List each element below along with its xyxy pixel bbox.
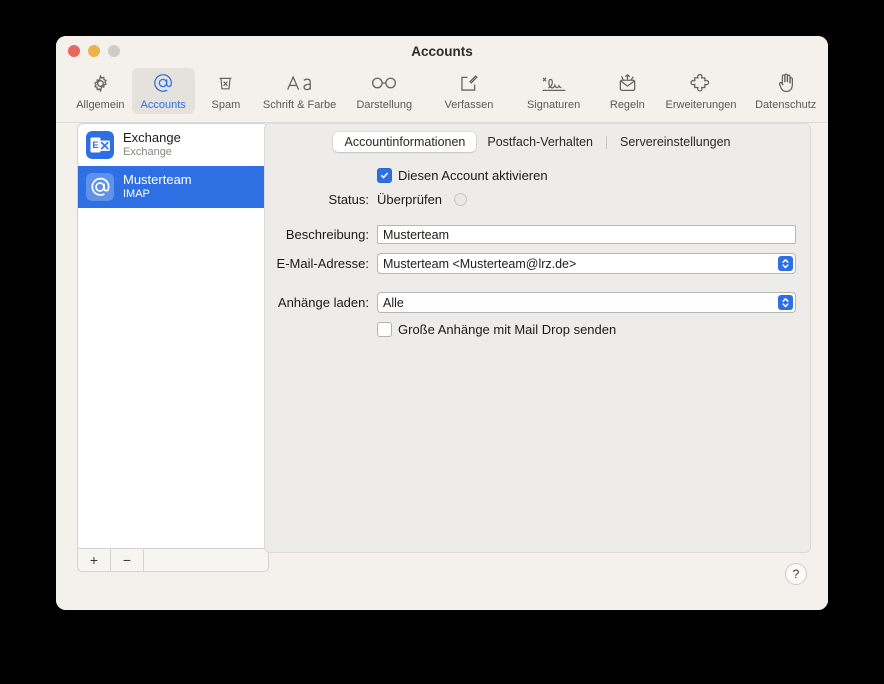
description-input[interactable]: Musterteam: [377, 225, 796, 244]
enable-account-label: Diesen Account aktivieren: [398, 168, 548, 183]
toolbar-item-darstellung[interactable]: Darstellung: [342, 68, 427, 114]
chevron-updown-icon: [778, 295, 793, 310]
preferences-body: E Exchange Exchange: [56, 123, 828, 610]
account-name: Exchange: [123, 131, 181, 146]
font-aa-icon: [285, 70, 315, 96]
description-field-wrap: Musterteam: [377, 225, 796, 244]
tab-strip: Accountinformationen Postfach-Verhalten …: [333, 132, 741, 152]
attachments-value: Alle: [383, 296, 404, 310]
account-row-exchange[interactable]: E Exchange Exchange: [78, 124, 268, 166]
status-value: Überprüfen: [377, 192, 442, 207]
compose-pencil-icon: [458, 70, 479, 96]
add-account-button[interactable]: +: [78, 549, 111, 571]
exchange-icon: E: [86, 131, 114, 159]
mail-drop-checkbox[interactable]: [377, 322, 392, 337]
remove-account-button[interactable]: −: [111, 549, 144, 571]
status-row: Status: Überprüfen: [265, 192, 796, 207]
status-field: Überprüfen: [377, 192, 796, 207]
toolbar-item-label: Datenschutz: [755, 99, 816, 111]
enable-account-row: Diesen Account aktivieren: [265, 168, 796, 183]
attachments-field-wrap: Alle: [377, 292, 796, 313]
status-spinner-icon: [454, 193, 467, 206]
email-field-wrap: Musterteam <Musterteam@lrz.de>: [377, 253, 796, 274]
attachments-row: Anhänge laden: Alle: [265, 292, 796, 313]
signature-icon: [540, 70, 568, 96]
toolbar-item-spam[interactable]: Spam: [195, 68, 258, 114]
tab-separator: [606, 136, 607, 149]
account-text: Musterteam IMAP: [123, 173, 192, 201]
preferences-toolbar: Allgemein Accounts Spam: [56, 68, 828, 123]
at-sign-icon: [86, 173, 114, 201]
toolbar-item-label: Spam: [212, 99, 241, 111]
form-spacer: [265, 216, 796, 225]
toolbar-item-erweiterungen[interactable]: Erweiterungen: [659, 68, 744, 114]
status-label: Status:: [265, 192, 377, 207]
account-text: Exchange Exchange: [123, 131, 181, 159]
gear-icon: [90, 70, 111, 96]
puzzle-piece-icon: [689, 70, 713, 96]
toolbar-item-verfassen[interactable]: Verfassen: [427, 68, 512, 114]
tab-accountinformationen[interactable]: Accountinformationen: [333, 132, 476, 152]
accounts-sidebar: E Exchange Exchange: [77, 123, 269, 551]
tab-postfach-verhalten[interactable]: Postfach-Verhalten: [476, 132, 604, 152]
account-name: Musterteam: [123, 173, 192, 188]
description-row: Beschreibung: Musterteam: [265, 225, 796, 244]
accounts-list: E Exchange Exchange: [78, 124, 268, 208]
glasses-icon: [369, 70, 399, 96]
tab-bar: Accountinformationen Postfach-Verhalten …: [265, 132, 810, 152]
at-sign-icon: [152, 70, 174, 96]
toolbar-item-label: Erweiterungen: [666, 99, 737, 111]
toolbar-item-label: Darstellung: [356, 99, 412, 111]
account-row-musterteam[interactable]: Musterteam IMAP: [78, 166, 268, 208]
chevron-updown-icon: [778, 256, 793, 271]
toolbar-item-label: Allgemein: [76, 99, 124, 111]
tab-servereinstellungen[interactable]: Servereinstellungen: [609, 132, 742, 152]
help-button[interactable]: ?: [785, 563, 807, 585]
sidebar-footer-filler: [144, 549, 268, 571]
email-popup-button[interactable]: Musterteam <Musterteam@lrz.de>: [377, 253, 796, 274]
window-title: Accounts: [56, 36, 828, 68]
description-label: Beschreibung:: [265, 227, 377, 242]
attachments-popup-button[interactable]: Alle: [377, 292, 796, 313]
attachments-label: Anhänge laden:: [265, 295, 377, 310]
toolbar-item-regeln[interactable]: Regeln: [596, 68, 659, 114]
accounts-sidebar-footer: + −: [77, 548, 269, 572]
toolbar-item-schrift-farbe[interactable]: Schrift & Farbe: [257, 68, 342, 114]
toolbar-item-signaturen[interactable]: Signaturen: [511, 68, 596, 114]
toolbar-item-accounts[interactable]: Accounts: [132, 68, 195, 114]
toolbar-item-datenschutz[interactable]: Datenschutz: [743, 68, 828, 114]
trash-x-icon: [216, 70, 235, 96]
email-value: Musterteam <Musterteam@lrz.de>: [383, 257, 576, 271]
email-row: E-Mail-Adresse: Musterteam <Musterteam@l…: [265, 253, 796, 274]
toolbar-item-label: Schrift & Farbe: [263, 99, 336, 111]
mail-drop-label: Große Anhänge mit Mail Drop senden: [398, 322, 616, 337]
account-type: Exchange: [123, 146, 181, 159]
account-type: IMAP: [123, 188, 192, 201]
toolbar-item-label: Verfassen: [444, 99, 493, 111]
form-spacer-2: [265, 283, 796, 292]
enable-account-checkbox[interactable]: [377, 168, 392, 183]
preferences-window: Accounts Allgemein Accounts: [56, 36, 828, 610]
mail-drop-field: Große Anhänge mit Mail Drop senden: [377, 322, 796, 337]
mail-drop-row: Große Anhänge mit Mail Drop senden: [265, 322, 796, 337]
toolbar-item-label: Signaturen: [527, 99, 580, 111]
hand-icon: [776, 70, 796, 96]
email-label: E-Mail-Adresse:: [265, 256, 377, 271]
svg-text:E: E: [92, 140, 98, 151]
envelope-arrows-icon: [616, 70, 639, 96]
title-bar: Accounts: [56, 36, 828, 68]
toolbar-item-label: Accounts: [141, 99, 186, 111]
toolbar-item-label: Regeln: [610, 99, 645, 111]
account-information-form: Diesen Account aktivieren Status: Überpr…: [265, 168, 810, 337]
account-details-panel: Accountinformationen Postfach-Verhalten …: [264, 123, 811, 553]
enable-account-field: Diesen Account aktivieren: [377, 168, 796, 183]
toolbar-item-allgemein[interactable]: Allgemein: [69, 68, 132, 114]
